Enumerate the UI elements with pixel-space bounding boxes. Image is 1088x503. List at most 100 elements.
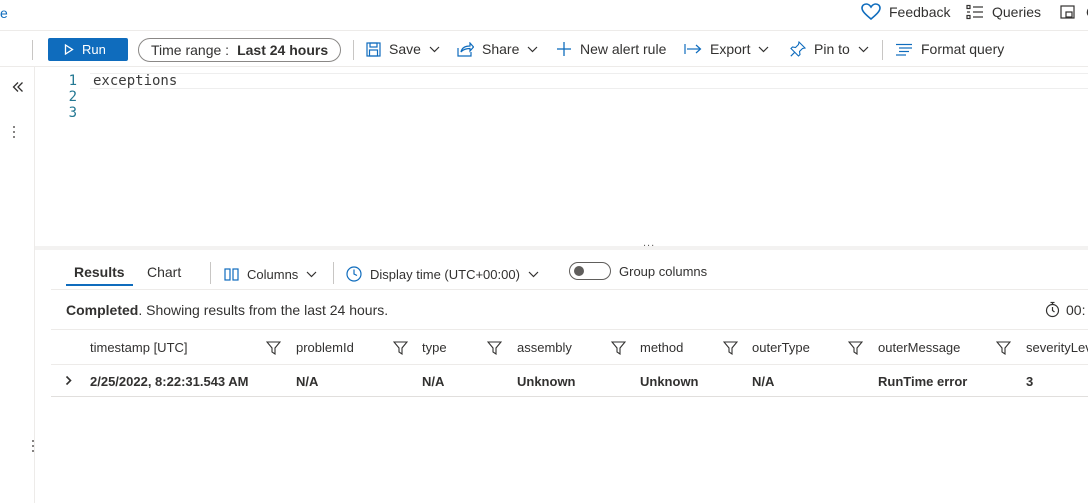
query-status-bar: Completed. Showing results from the last… (51, 289, 1088, 330)
status-completed: Completed (66, 302, 139, 318)
filter-icon[interactable] (266, 341, 281, 355)
export-label: Export (710, 41, 751, 57)
filter-icon[interactable] (996, 341, 1011, 355)
queries-button[interactable]: Queries (966, 3, 1041, 21)
toolbar-separator (32, 40, 33, 60)
results-separator (210, 262, 211, 284)
current-line-highlight (90, 73, 1088, 89)
share-label: Share (482, 41, 520, 57)
save-label: Save (389, 41, 421, 57)
export-arrow-icon (684, 43, 702, 55)
column-header-assembly[interactable]: assembly (517, 340, 572, 355)
status-detail: . Showing results from the last 24 hours… (138, 302, 389, 318)
cell-method: Unknown (640, 374, 699, 389)
columns-label: Columns (247, 266, 299, 282)
line-number: 3 (68, 105, 77, 121)
line-number: 2 (68, 89, 77, 105)
chevron-down-icon (429, 46, 440, 53)
format-query-button[interactable]: Format query (895, 31, 1004, 67)
new-alert-rule-label: New alert rule (580, 41, 667, 57)
plus-icon (556, 41, 572, 57)
cell-outermessage: RunTime error (878, 374, 968, 389)
group-columns-label: Group columns (619, 264, 708, 279)
columns-icon (224, 267, 239, 281)
query-timer: 00: (1045, 301, 1085, 318)
play-icon (64, 44, 74, 55)
format-lines-icon (895, 43, 913, 56)
collapse-double-chevron-icon[interactable] (12, 81, 24, 93)
run-button[interactable]: Run (48, 38, 128, 61)
tab-results[interactable]: Results (74, 263, 125, 283)
chevron-down-icon (528, 271, 539, 278)
share-icon (457, 41, 474, 57)
queries-label: Queries (992, 4, 1042, 20)
cell-outertype: N/A (752, 374, 775, 389)
cell-timestamp: 2/25/2022, 8:22:31.543 AM (90, 374, 249, 389)
toolbar-separator (882, 40, 883, 60)
display-time-label: Display time (UTC+00:00) (370, 266, 520, 282)
list-icon (966, 4, 984, 20)
share-button[interactable]: Share (457, 31, 538, 67)
tab-results-label: Results (74, 264, 125, 280)
filter-icon[interactable] (848, 341, 863, 355)
group-columns-toggle[interactable] (569, 262, 611, 280)
column-header-outermessage[interactable]: outerMessage (878, 340, 960, 355)
chevron-down-icon (758, 46, 769, 53)
tab-chart-label: Chart (147, 264, 182, 280)
display-time-button[interactable]: Display time (UTC+00:00) (346, 265, 539, 283)
save-icon (366, 41, 381, 57)
new-alert-rule-button[interactable]: New alert rule (556, 31, 666, 67)
status-message: Completed. Showing results from the last… (66, 302, 388, 318)
expand-row-chevron-icon[interactable] (65, 375, 72, 386)
splitter-handle: ... (643, 237, 656, 249)
column-header-timestamp[interactable]: timestamp [UTC] (90, 340, 188, 355)
results-separator (333, 262, 334, 284)
query-code[interactable]: exceptions (93, 73, 177, 89)
chevron-down-icon (527, 46, 538, 53)
query-toolbar: Run Time range : Last 24 hours Save Shar… (0, 30, 1088, 67)
chevron-down-icon (858, 46, 869, 53)
editor-results-splitter[interactable]: ... (35, 237, 1088, 250)
truncated-right-button[interactable]: C (1060, 3, 1088, 21)
column-header-method[interactable]: method (640, 340, 683, 355)
feedback-button[interactable]: Feedback (861, 3, 950, 21)
run-label: Run (82, 42, 106, 57)
time-range-value: Last 24 hours (237, 42, 329, 58)
feedback-label: Feedback (889, 4, 951, 20)
filter-icon[interactable] (393, 341, 408, 355)
columns-button[interactable]: Columns (224, 265, 317, 283)
resize-grip-icon[interactable] (31, 439, 35, 453)
results-grid-header: timestamp [UTC] problemId type assembly … (51, 330, 1088, 365)
column-header-problemid[interactable]: problemId (296, 340, 354, 355)
filter-icon[interactable] (723, 341, 738, 355)
heart-icon (861, 3, 881, 21)
table-row[interactable]: 2/25/2022, 8:22:31.543 AM N/A N/A Unknow… (51, 365, 1088, 397)
truncated-left-label: e (0, 5, 8, 21)
pin-to-label: Pin to (814, 41, 850, 57)
export-button[interactable]: Export (684, 31, 769, 67)
window-icon (1060, 4, 1078, 20)
filter-icon[interactable] (611, 341, 626, 355)
time-range-picker[interactable]: Time range : Last 24 hours (138, 38, 341, 62)
toolbar-separator (353, 40, 354, 60)
column-header-type[interactable]: type (422, 340, 447, 355)
cell-severitylevel: 3 (1026, 374, 1034, 389)
query-editor[interactable]: 1 2 3 exceptions (35, 67, 1088, 247)
format-query-label: Format query (921, 41, 1005, 57)
left-rail (0, 67, 35, 503)
truncated-left-text[interactable]: e (0, 4, 8, 22)
more-vertical-icon[interactable] (12, 125, 16, 139)
line-number: 1 (68, 73, 77, 89)
column-header-severitylevel[interactable]: severityLev (1026, 340, 1088, 355)
pin-to-button[interactable]: Pin to (790, 31, 869, 67)
active-tab-indicator (66, 284, 133, 286)
stopwatch-icon (1045, 301, 1060, 318)
save-button[interactable]: Save (366, 31, 440, 67)
chevron-down-icon (306, 271, 317, 278)
time-range-label: Time range : (151, 42, 230, 58)
pin-icon (790, 41, 806, 57)
column-header-outertype[interactable]: outerType (752, 340, 810, 355)
tab-chart[interactable]: Chart (147, 263, 181, 283)
toggle-knob (574, 266, 584, 276)
filter-icon[interactable] (487, 341, 502, 355)
